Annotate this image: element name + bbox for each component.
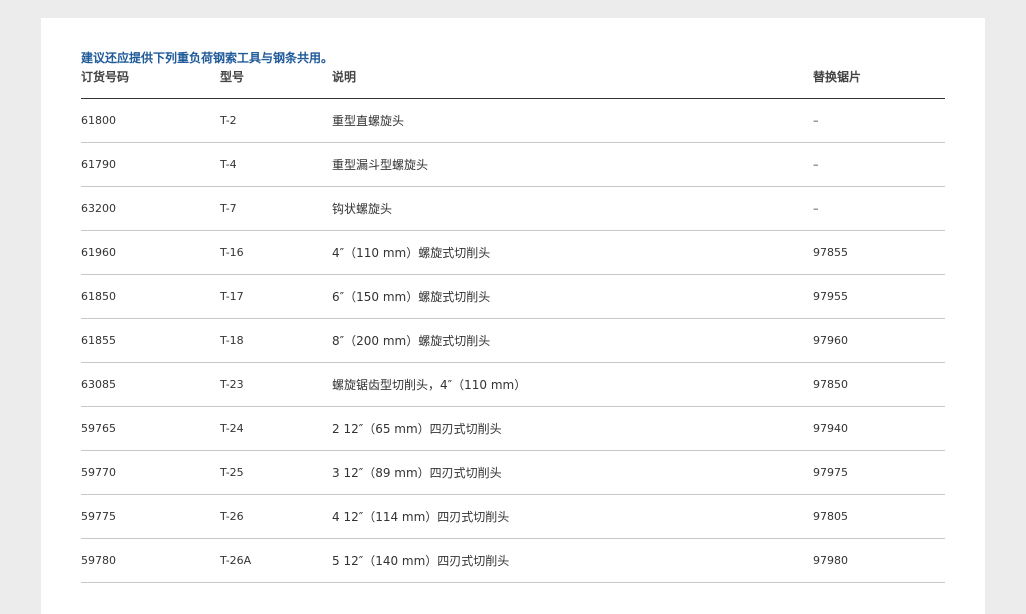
description-cell: 2 12″（65 mm）四刃式切削头	[332, 406, 813, 451]
replacement-blade-cell: 97850	[813, 362, 945, 407]
order-number-cell: 61800	[81, 98, 220, 143]
replacement-blade-cell: 97940	[813, 406, 945, 451]
content-card: 建议还应提供下列重负荷钢索工具与钢条共用。 订货号码 型号 说明 替换锯片 61…	[41, 18, 985, 614]
table-row: 61850 T-17 6″（150 mm）螺旋式切削头 97955	[81, 274, 945, 319]
header-model: 型号	[220, 68, 332, 99]
table-row: 61960 T-16 4″（110 mm）螺旋式切削头 97855	[81, 230, 945, 275]
model-cell: T-16	[220, 230, 332, 275]
model-cell: T-26	[220, 494, 332, 539]
header-order-number: 订货号码	[81, 68, 220, 99]
description-cell: 4 12″（114 mm）四刃式切削头	[332, 494, 813, 539]
table-row: 59765 T-24 2 12″（65 mm）四刃式切削头 97940	[81, 406, 945, 451]
replacement-blade-cell: 97855	[813, 230, 945, 275]
description-cell: 重型漏斗型螺旋头	[332, 142, 813, 187]
tools-table: 订货号码 型号 说明 替换锯片 61800 T-2 重型直螺旋头 – 61790…	[81, 68, 945, 583]
model-cell: T-26A	[220, 538, 332, 583]
replacement-blade-cell: –	[813, 98, 945, 143]
order-number-cell: 61960	[81, 230, 220, 275]
description-cell: 3 12″（89 mm）四刃式切削头	[332, 450, 813, 495]
order-number-cell: 63200	[81, 186, 220, 231]
description-cell: 重型直螺旋头	[332, 98, 813, 143]
intro-note: 建议还应提供下列重负荷钢索工具与钢条共用。	[81, 51, 334, 65]
order-number-cell: 59765	[81, 406, 220, 451]
order-number-cell: 59775	[81, 494, 220, 539]
table-row: 63085 T-23 螺旋锯齿型切削头，4″（110 mm） 97850	[81, 362, 945, 407]
model-cell: T-7	[220, 186, 332, 231]
description-cell: 5 12″（140 mm）四刃式切削头	[332, 538, 813, 583]
table-row: 61790 T-4 重型漏斗型螺旋头 –	[81, 142, 945, 187]
replacement-blade-cell: 97960	[813, 318, 945, 363]
order-number-cell: 63085	[81, 362, 220, 407]
description-cell: 8″（200 mm）螺旋式切削头	[332, 318, 813, 363]
model-cell: T-24	[220, 406, 332, 451]
table-header: 订货号码 型号 说明 替换锯片	[81, 68, 945, 99]
order-number-cell: 61850	[81, 274, 220, 319]
order-number-cell: 61790	[81, 142, 220, 187]
order-number-cell: 61855	[81, 318, 220, 363]
model-cell: T-23	[220, 362, 332, 407]
model-cell: T-4	[220, 142, 332, 187]
table-row: 63200 T-7 钩状螺旋头 –	[81, 186, 945, 231]
description-cell: 螺旋锯齿型切削头，4″（110 mm）	[332, 362, 813, 407]
header-description: 说明	[332, 68, 813, 99]
table-row: 61800 T-2 重型直螺旋头 –	[81, 98, 945, 143]
replacement-blade-cell: –	[813, 142, 945, 187]
order-number-cell: 59780	[81, 538, 220, 583]
table-row: 59770 T-25 3 12″（89 mm）四刃式切削头 97975	[81, 450, 945, 495]
replacement-blade-cell: 97805	[813, 494, 945, 539]
table-body: 61800 T-2 重型直螺旋头 – 61790 T-4 重型漏斗型螺旋头 – …	[81, 98, 945, 583]
table-row: 59780 T-26A 5 12″（140 mm）四刃式切削头 97980	[81, 538, 945, 583]
replacement-blade-cell: 97955	[813, 274, 945, 319]
model-cell: T-17	[220, 274, 332, 319]
table-row: 59775 T-26 4 12″（114 mm）四刃式切削头 97805	[81, 494, 945, 539]
description-cell: 4″（110 mm）螺旋式切削头	[332, 230, 813, 275]
header-row: 订货号码 型号 说明 替换锯片	[81, 68, 945, 99]
replacement-blade-cell: –	[813, 186, 945, 231]
description-cell: 钩状螺旋头	[332, 186, 813, 231]
model-cell: T-25	[220, 450, 332, 495]
description-cell: 6″（150 mm）螺旋式切削头	[332, 274, 813, 319]
replacement-blade-cell: 97975	[813, 450, 945, 495]
model-cell: T-18	[220, 318, 332, 363]
table-row: 61855 T-18 8″（200 mm）螺旋式切削头 97960	[81, 318, 945, 363]
order-number-cell: 59770	[81, 450, 220, 495]
model-cell: T-2	[220, 98, 332, 143]
header-replacement-blade: 替换锯片	[813, 68, 945, 99]
replacement-blade-cell: 97980	[813, 538, 945, 583]
